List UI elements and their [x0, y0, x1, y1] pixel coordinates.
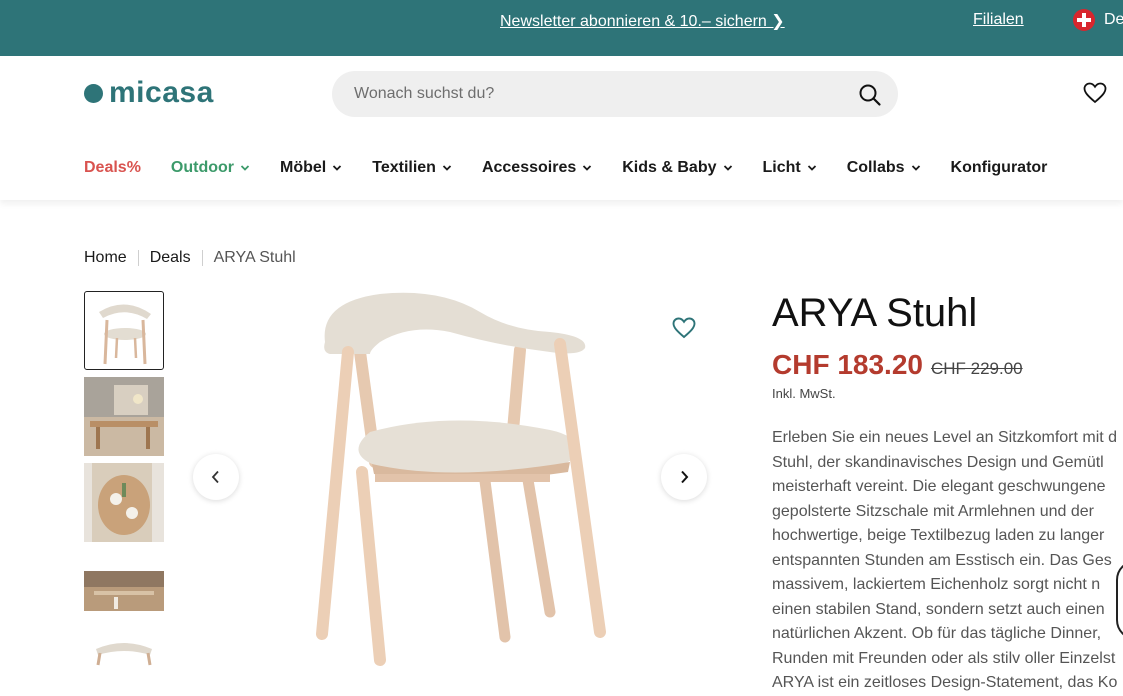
thumbnail-chair-back[interactable] — [84, 635, 164, 696]
nav-item-licht[interactable]: Licht — [763, 159, 817, 177]
original-price: CHF 229.00 — [930, 359, 1023, 378]
nav-item-deals[interactable]: Deals% — [84, 159, 141, 177]
breadcrumb-separator — [137, 250, 139, 266]
search-bar — [332, 71, 898, 117]
nav-item-label: Deals% — [84, 159, 141, 176]
thumbnail-dining-room[interactable] — [84, 377, 164, 456]
nav-item-label: Konfigurator — [950, 159, 1048, 176]
heart-icon[interactable] — [672, 317, 696, 339]
thumbnail-room-wide[interactable] — [84, 549, 164, 628]
nav-item-textilien[interactable]: Textilien — [372, 159, 452, 177]
search-input[interactable] — [354, 71, 834, 117]
nav-item-label: Textilien — [372, 159, 436, 176]
product-description: Erleben Sie ein neues Level an Sitzkomfo… — [772, 426, 1123, 696]
thumbnail-table-setting[interactable] — [84, 463, 164, 542]
chevron-left-icon — [211, 470, 219, 484]
nav-item-label: Outdoor — [170, 159, 235, 176]
chevron-down-icon — [442, 165, 452, 171]
description-line: meisterhaft vereint. Die elegant geschwu… — [772, 478, 1106, 495]
micasa-logo[interactable]: micasa — [84, 78, 214, 108]
site-header: micasa Deals% Outdoor Möbel Textilien Ac… — [0, 56, 1123, 200]
nav-item-label: Collabs — [846, 159, 905, 176]
nav-item-label: Möbel — [280, 159, 327, 176]
chevron-down-icon — [333, 165, 342, 171]
breadcrumb-current: ARYA Stuhl — [213, 249, 296, 266]
product-title: ARYA Stuhl — [772, 291, 978, 335]
chevron-down-icon — [240, 165, 250, 171]
gallery-next-button[interactable] — [661, 454, 707, 500]
stores-link[interactable]: Filialen — [973, 11, 1024, 29]
nav-item-accessoires[interactable]: Accessoires — [482, 159, 592, 177]
search-icon[interactable] — [858, 83, 882, 107]
breadcrumb-deals[interactable]: Deals — [150, 249, 191, 267]
nav-item-label: Licht — [762, 159, 801, 176]
nav-item-label: Accessoires — [481, 159, 577, 176]
description-line: gepolsterte Sitzschale mit Armlehnen und… — [772, 502, 1094, 520]
description-line: hochwertige, beige Textilbezug laden zu … — [772, 527, 1105, 544]
gallery-prev-button[interactable] — [193, 454, 239, 500]
chevron-down-icon — [807, 165, 816, 171]
description-line: ARYA ist ein zeitloses Design-Statement,… — [772, 674, 1118, 691]
price-row: CHF 183.20 CHF 229.00 — [772, 349, 1023, 381]
description-line: Erleben Sie ein neues Level an Sitzkomfo… — [772, 429, 1118, 446]
swiss-flag-icon[interactable] — [1073, 9, 1095, 31]
floating-chat-button[interactable] — [1116, 560, 1123, 640]
thumbnail-chair-front[interactable] — [84, 291, 164, 370]
product-main-image — [250, 282, 660, 682]
chevron-down-icon — [911, 165, 920, 171]
logo-dot-icon — [84, 83, 103, 103]
chevron-right-icon — [681, 470, 689, 484]
tax-note: Inkl. MwSt. — [772, 386, 836, 401]
description-line: natürlichen Akzent. Ob für das tägliche … — [772, 625, 1102, 642]
current-price: CHF 183.20 — [772, 349, 923, 380]
nav-item-moebel[interactable]: Möbel — [280, 159, 342, 177]
logo-text: micasa — [109, 76, 214, 109]
language-selector[interactable]: De — [1104, 11, 1123, 29]
heart-icon[interactable] — [1083, 82, 1107, 104]
description-line: einen stabilen Stand, sondern setzt auch… — [772, 600, 1105, 618]
description-line: Stuhl, der skandinavisches Design und Ge… — [772, 453, 1104, 471]
nav-item-kids-baby[interactable]: Kids & Baby — [622, 159, 732, 177]
chevron-down-icon — [723, 165, 732, 171]
nav-item-collabs[interactable]: Collabs — [847, 159, 921, 177]
newsletter-promo-link[interactable]: Newsletter abonnieren & 10.– sichern ❯ — [500, 11, 785, 31]
breadcrumb: Home Deals ARYA Stuhl — [84, 249, 296, 267]
breadcrumb-home[interactable]: Home — [84, 249, 127, 267]
nav-item-konfigurator[interactable]: Konfigurator — [951, 159, 1048, 177]
description-line: entspannten Stunden am Esstisch ein. Das… — [772, 551, 1112, 569]
nav-item-outdoor[interactable]: Outdoor — [171, 159, 250, 177]
description-line: Runden mit Freunden oder als stilv oller… — [772, 649, 1116, 667]
breadcrumb-separator — [201, 250, 203, 266]
description-line: massivem, lackiertem Eichenholz sorgt ni… — [772, 576, 1101, 593]
main-navigation: Deals% Outdoor Möbel Textilien Accessoir… — [84, 156, 1077, 180]
nav-item-label: Kids & Baby — [622, 159, 717, 176]
top-promo-bar: Newsletter abonnieren & 10.– sichern ❯ F… — [0, 0, 1123, 56]
chevron-down-icon — [583, 165, 592, 171]
